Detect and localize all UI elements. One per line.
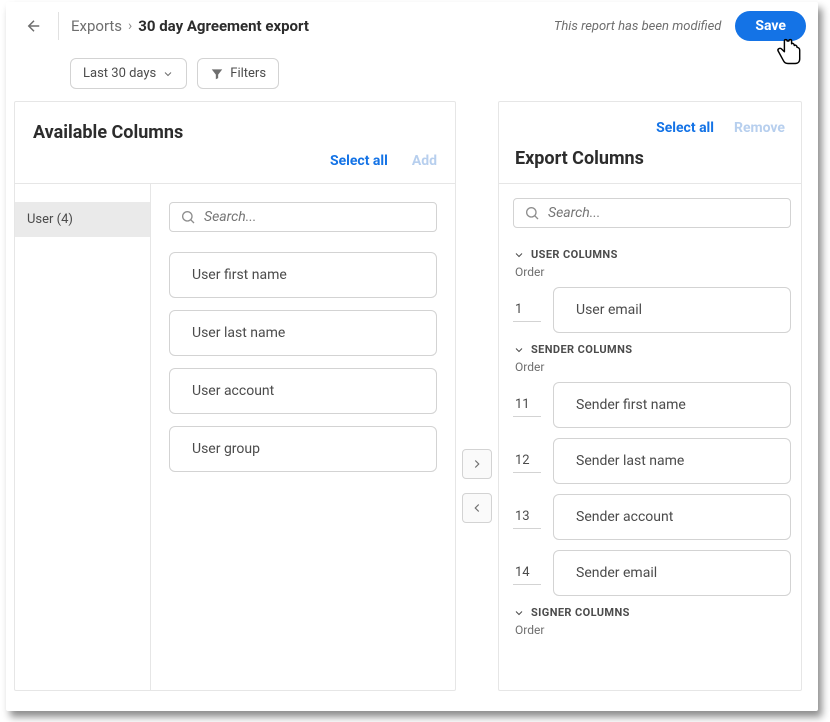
- back-button[interactable]: [18, 10, 50, 42]
- export-scroll[interactable]: USER COLUMNS Order 1 User email SENDER C…: [499, 184, 801, 690]
- chevron-down-icon: [513, 249, 525, 261]
- group-name: SIGNER COLUMNS: [531, 606, 630, 619]
- divider: [58, 12, 59, 40]
- search-icon: [180, 209, 196, 225]
- export-row: 13 Sender account: [513, 494, 791, 540]
- chevron-right-icon: [470, 457, 484, 471]
- export-select-all[interactable]: Select all: [656, 120, 714, 136]
- group-header-signer[interactable]: SIGNER COLUMNS: [513, 606, 791, 619]
- export-column[interactable]: User email: [553, 287, 791, 333]
- group-name: SENDER COLUMNS: [531, 343, 632, 356]
- filters-label: Filters: [230, 66, 266, 81]
- date-range-dropdown[interactable]: Last 30 days: [70, 58, 187, 89]
- modified-note: This report has been modified: [554, 19, 722, 34]
- order-label: Order: [515, 265, 791, 279]
- chevron-left-icon: [470, 501, 484, 515]
- export-column[interactable]: Sender email: [553, 550, 791, 596]
- arrow-left-icon: [25, 17, 43, 35]
- order-number[interactable]: 1: [513, 298, 541, 322]
- available-add[interactable]: Add: [412, 153, 437, 169]
- available-columns-panel: Available Columns Select all Add User (4…: [14, 101, 456, 691]
- chevron-right-icon: ›: [128, 18, 132, 34]
- move-right-button[interactable]: [462, 449, 492, 479]
- available-search[interactable]: [169, 202, 437, 232]
- chevron-down-icon: [162, 68, 174, 80]
- export-title: Export Columns: [515, 148, 785, 169]
- breadcrumb-root[interactable]: Exports: [71, 17, 122, 35]
- chevron-down-icon: [513, 344, 525, 356]
- export-column[interactable]: Sender account: [553, 494, 791, 540]
- chevron-down-icon: [513, 607, 525, 619]
- export-column[interactable]: Sender first name: [553, 382, 791, 428]
- category-user[interactable]: User (4): [15, 202, 150, 237]
- filter-icon: [210, 67, 224, 81]
- page-title: 30 day Agreement export: [138, 17, 309, 35]
- group-header-sender[interactable]: SENDER COLUMNS: [513, 343, 791, 356]
- export-remove[interactable]: Remove: [734, 120, 785, 136]
- export-search-input[interactable]: [548, 205, 780, 221]
- available-column[interactable]: User account: [169, 368, 437, 414]
- export-row: 11 Sender first name: [513, 382, 791, 428]
- available-search-input[interactable]: [204, 209, 426, 225]
- available-select-all[interactable]: Select all: [330, 153, 388, 169]
- export-columns-panel: Select all Remove Export Columns USER CO…: [498, 101, 802, 691]
- order-number[interactable]: 14: [513, 561, 541, 585]
- order-number[interactable]: 11: [513, 393, 541, 417]
- order-label: Order: [515, 360, 791, 374]
- export-row: 1 User email: [513, 287, 791, 333]
- order-label: Order: [515, 623, 791, 637]
- order-number[interactable]: 13: [513, 505, 541, 529]
- available-title: Available Columns: [33, 122, 437, 143]
- search-icon: [524, 205, 540, 221]
- available-column[interactable]: User last name: [169, 310, 437, 356]
- group-header-user[interactable]: USER COLUMNS: [513, 248, 791, 261]
- export-search[interactable]: [513, 198, 791, 228]
- available-column[interactable]: User group: [169, 426, 437, 472]
- order-number[interactable]: 12: [513, 449, 541, 473]
- export-row: 14 Sender email: [513, 550, 791, 596]
- date-range-label: Last 30 days: [83, 66, 156, 81]
- filters-button[interactable]: Filters: [197, 58, 279, 89]
- export-column[interactable]: Sender last name: [553, 438, 791, 484]
- move-left-button[interactable]: [462, 493, 492, 523]
- available-column[interactable]: User first name: [169, 252, 437, 298]
- export-row: 12 Sender last name: [513, 438, 791, 484]
- save-button[interactable]: Save: [735, 11, 806, 41]
- group-name: USER COLUMNS: [531, 248, 618, 261]
